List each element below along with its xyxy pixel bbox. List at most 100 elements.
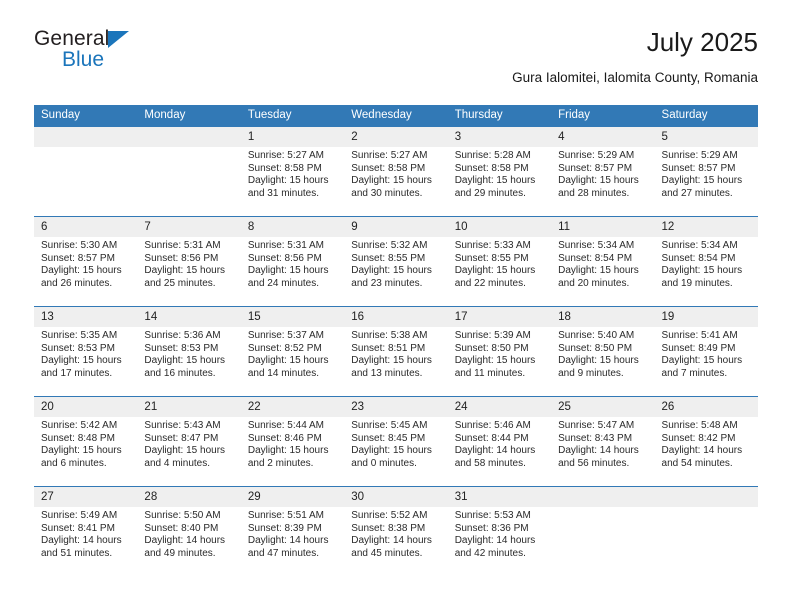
calendar-cell: 4 Sunrise: 5:29 AM Sunset: 8:57 PM Daylight… bbox=[551, 126, 655, 217]
sunset-time: Sunset: 8:54 PM bbox=[661, 252, 736, 264]
generalblue-logo[interactable]: General Blue bbox=[34, 28, 234, 84]
day-number: 18 bbox=[551, 307, 655, 327]
daylight-duration-line1: Daylight: 14 hours bbox=[661, 445, 743, 457]
day-cell[interactable]: 10 Sunrise: 5:33 AM Sunset: 8:55 PM Dayligh… bbox=[447, 217, 552, 306]
day-cell[interactable]: 11 Sunrise: 5:34 AM Sunset: 8:54 PM Dayligh… bbox=[551, 217, 655, 306]
day-cell[interactable]: 2 Sunrise: 5:27 AM Sunset: 8:58 PM Daylight… bbox=[344, 127, 448, 216]
day-details: Sunrise: 5:40 AM Sunset: 8:50 PM Daylight:… bbox=[551, 327, 654, 380]
day-cell[interactable]: 16 Sunrise: 5:38 AM Sunset: 8:51 PM Dayligh… bbox=[344, 307, 448, 396]
day-number: 26 bbox=[654, 397, 758, 417]
day-details: Sunrise: 5:46 AM Sunset: 8:44 PM Daylight:… bbox=[448, 417, 551, 470]
sunset-time: Sunset: 8:53 PM bbox=[144, 342, 219, 354]
day-cell[interactable]: 25 Sunrise: 5:47 AM Sunset: 8:43 PM Dayligh… bbox=[551, 397, 655, 486]
daylight-duration-line1: Daylight: 14 hours bbox=[351, 535, 432, 547]
calendar-cell: 2 Sunrise: 5:27 AM Sunset: 8:58 PM Daylight… bbox=[344, 126, 448, 217]
daylight-duration-line1: Daylight: 15 hours bbox=[558, 265, 639, 277]
day-cell[interactable]: 20 Sunrise: 5:42 AM Sunset: 8:48 PM Dayligh… bbox=[34, 397, 138, 486]
day-cell[interactable]: 14 Sunrise: 5:36 AM Sunset: 8:53 PM Dayligh… bbox=[137, 307, 241, 396]
day-cell[interactable]: 21 Sunrise: 5:43 AM Sunset: 8:47 PM Dayligh… bbox=[137, 397, 241, 486]
daylight-duration-line1: Daylight: 15 hours bbox=[454, 265, 536, 277]
day-number: 30 bbox=[344, 487, 448, 507]
sunset-time: Sunset: 8:57 PM bbox=[41, 252, 115, 264]
day-number: 16 bbox=[344, 307, 448, 327]
day-cell[interactable]: 31 Sunrise: 5:53 AM Sunset: 8:36 PM Dayligh… bbox=[447, 487, 552, 576]
day-number: 25 bbox=[551, 397, 655, 417]
day-cell[interactable]: 18 Sunrise: 5:40 AM Sunset: 8:50 PM Dayligh… bbox=[551, 307, 655, 396]
day-number: 24 bbox=[447, 397, 552, 417]
day-cell[interactable]: 22 Sunrise: 5:44 AM Sunset: 8:46 PM Dayligh… bbox=[240, 397, 345, 486]
daylight-duration-line1: Daylight: 15 hours bbox=[144, 265, 226, 277]
calendar-cell: 17 Sunrise: 5:39 AM Sunset: 8:50 PM Dayligh… bbox=[447, 306, 552, 397]
day-number: 6 bbox=[34, 217, 138, 237]
calendar-header-row-group: Sunday Monday Tuesday Wednesday Thursday… bbox=[34, 105, 758, 127]
daylight-duration-line2: and 11 minutes. bbox=[454, 367, 526, 379]
day-cell[interactable]: 13 Sunrise: 5:35 AM Sunset: 8:53 PM Dayligh… bbox=[34, 307, 138, 396]
day-details: Sunrise: 5:32 AM Sunset: 8:55 PM Daylight:… bbox=[344, 237, 447, 290]
sunrise-time: Sunrise: 5:45 AM bbox=[351, 420, 428, 431]
day-details bbox=[137, 147, 240, 150]
day-cell[interactable]: 30 Sunrise: 5:52 AM Sunset: 8:38 PM Dayligh… bbox=[344, 487, 448, 576]
day-cell[interactable]: 24 Sunrise: 5:46 AM Sunset: 8:44 PM Dayligh… bbox=[447, 397, 552, 486]
daylight-duration-line2: and 51 minutes. bbox=[41, 547, 113, 559]
day-cell[interactable]: 23 Sunrise: 5:45 AM Sunset: 8:45 PM Dayligh… bbox=[344, 397, 448, 486]
sunset-time: Sunset: 8:53 PM bbox=[41, 342, 115, 354]
sunset-time: Sunset: 8:41 PM bbox=[41, 522, 115, 534]
weekday-header-monday: Monday bbox=[137, 105, 241, 127]
day-number: 2 bbox=[344, 127, 448, 147]
sunrise-time: Sunrise: 5:38 AM bbox=[351, 330, 428, 341]
weekday-header-thursday: Thursday bbox=[447, 105, 552, 127]
sunrise-time: Sunrise: 5:42 AM bbox=[41, 420, 118, 431]
weekday-header-row: Sunday Monday Tuesday Wednesday Thursday… bbox=[34, 105, 758, 127]
day-number: 3 bbox=[447, 127, 552, 147]
day-number: 29 bbox=[240, 487, 345, 507]
sunrise-time: Sunrise: 5:46 AM bbox=[454, 420, 531, 431]
day-details bbox=[655, 507, 758, 510]
day-details: Sunrise: 5:34 AM Sunset: 8:54 PM Daylight:… bbox=[655, 237, 758, 290]
calendar-cell: 25 Sunrise: 5:47 AM Sunset: 8:43 PM Dayligh… bbox=[551, 396, 655, 487]
day-cell[interactable]: 5 Sunrise: 5:29 AM Sunset: 8:57 PM Daylight… bbox=[654, 127, 758, 216]
day-cell[interactable]: 19 Sunrise: 5:41 AM Sunset: 8:49 PM Dayligh… bbox=[654, 307, 758, 396]
day-cell[interactable]: 7 Sunrise: 5:31 AM Sunset: 8:56 PM Daylight… bbox=[137, 217, 241, 306]
sunrise-time: Sunrise: 5:49 AM bbox=[41, 510, 118, 521]
day-number: 7 bbox=[137, 217, 241, 237]
weekday-header-saturday: Saturday bbox=[654, 105, 758, 127]
day-details: Sunrise: 5:49 AM Sunset: 8:41 PM Daylight:… bbox=[34, 507, 137, 560]
daylight-duration-line2: and 42 minutes. bbox=[454, 547, 526, 559]
sunset-time: Sunset: 8:36 PM bbox=[454, 522, 529, 534]
day-cell[interactable]: 26 Sunrise: 5:48 AM Sunset: 8:42 PM Dayligh… bbox=[654, 397, 758, 486]
sunrise-time: Sunrise: 5:44 AM bbox=[247, 420, 324, 431]
day-cell[interactable]: 15 Sunrise: 5:37 AM Sunset: 8:52 PM Dayligh… bbox=[240, 307, 345, 396]
calendar-cell: 9 Sunrise: 5:32 AM Sunset: 8:55 PM Daylight… bbox=[344, 216, 448, 307]
daylight-duration-line2: and 56 minutes. bbox=[558, 457, 630, 469]
day-cell[interactable]: 29 Sunrise: 5:51 AM Sunset: 8:39 PM Dayligh… bbox=[240, 487, 345, 576]
daylight-duration-line2: and 16 minutes. bbox=[144, 367, 216, 379]
daylight-duration-line2: and 47 minutes. bbox=[247, 547, 320, 559]
day-details: Sunrise: 5:31 AM Sunset: 8:56 PM Daylight:… bbox=[241, 237, 344, 290]
daylight-duration-line2: and 4 minutes. bbox=[144, 457, 211, 469]
day-cell[interactable]: 28 Sunrise: 5:50 AM Sunset: 8:40 PM Dayligh… bbox=[137, 487, 241, 576]
day-cell[interactable]: 6 Sunrise: 5:30 AM Sunset: 8:57 PM Daylight… bbox=[34, 217, 138, 306]
sunrise-time: Sunrise: 5:27 AM bbox=[247, 150, 324, 161]
day-cell[interactable]: 1 Sunrise: 5:27 AM Sunset: 8:58 PM Daylight… bbox=[240, 127, 345, 216]
day-cell[interactable]: 4 Sunrise: 5:29 AM Sunset: 8:57 PM Daylight… bbox=[551, 127, 655, 216]
daylight-duration-line2: and 25 minutes. bbox=[144, 277, 216, 289]
daylight-duration-line2: and 49 minutes. bbox=[144, 547, 216, 559]
daylight-duration-line1: Daylight: 15 hours bbox=[351, 445, 432, 457]
day-cell[interactable]: 8 Sunrise: 5:31 AM Sunset: 8:56 PM Daylight… bbox=[240, 217, 345, 306]
day-number: 8 bbox=[240, 217, 345, 237]
daylight-duration-line1: Daylight: 14 hours bbox=[41, 535, 122, 547]
day-cell[interactable]: 27 Sunrise: 5:49 AM Sunset: 8:41 PM Dayligh… bbox=[34, 487, 138, 576]
day-details: Sunrise: 5:44 AM Sunset: 8:46 PM Daylight:… bbox=[241, 417, 344, 470]
day-cell[interactable]: 3 Sunrise: 5:28 AM Sunset: 8:58 PM Daylight… bbox=[447, 127, 552, 216]
day-number: 5 bbox=[654, 127, 758, 147]
day-cell[interactable]: 9 Sunrise: 5:32 AM Sunset: 8:55 PM Daylight… bbox=[344, 217, 448, 306]
sunrise-time: Sunrise: 5:52 AM bbox=[351, 510, 428, 521]
day-cell[interactable]: 17 Sunrise: 5:39 AM Sunset: 8:50 PM Dayligh… bbox=[447, 307, 552, 396]
daylight-duration-line2: and 28 minutes. bbox=[558, 187, 630, 199]
daylight-duration-line1: Daylight: 15 hours bbox=[247, 445, 329, 457]
daylight-duration-line1: Daylight: 15 hours bbox=[247, 355, 329, 367]
calendar-cell bbox=[551, 486, 655, 576]
daylight-duration-line1: Daylight: 15 hours bbox=[558, 355, 639, 367]
sunset-time: Sunset: 8:46 PM bbox=[247, 432, 322, 444]
day-cell[interactable]: 12 Sunrise: 5:34 AM Sunset: 8:54 PM Dayligh… bbox=[654, 217, 758, 306]
